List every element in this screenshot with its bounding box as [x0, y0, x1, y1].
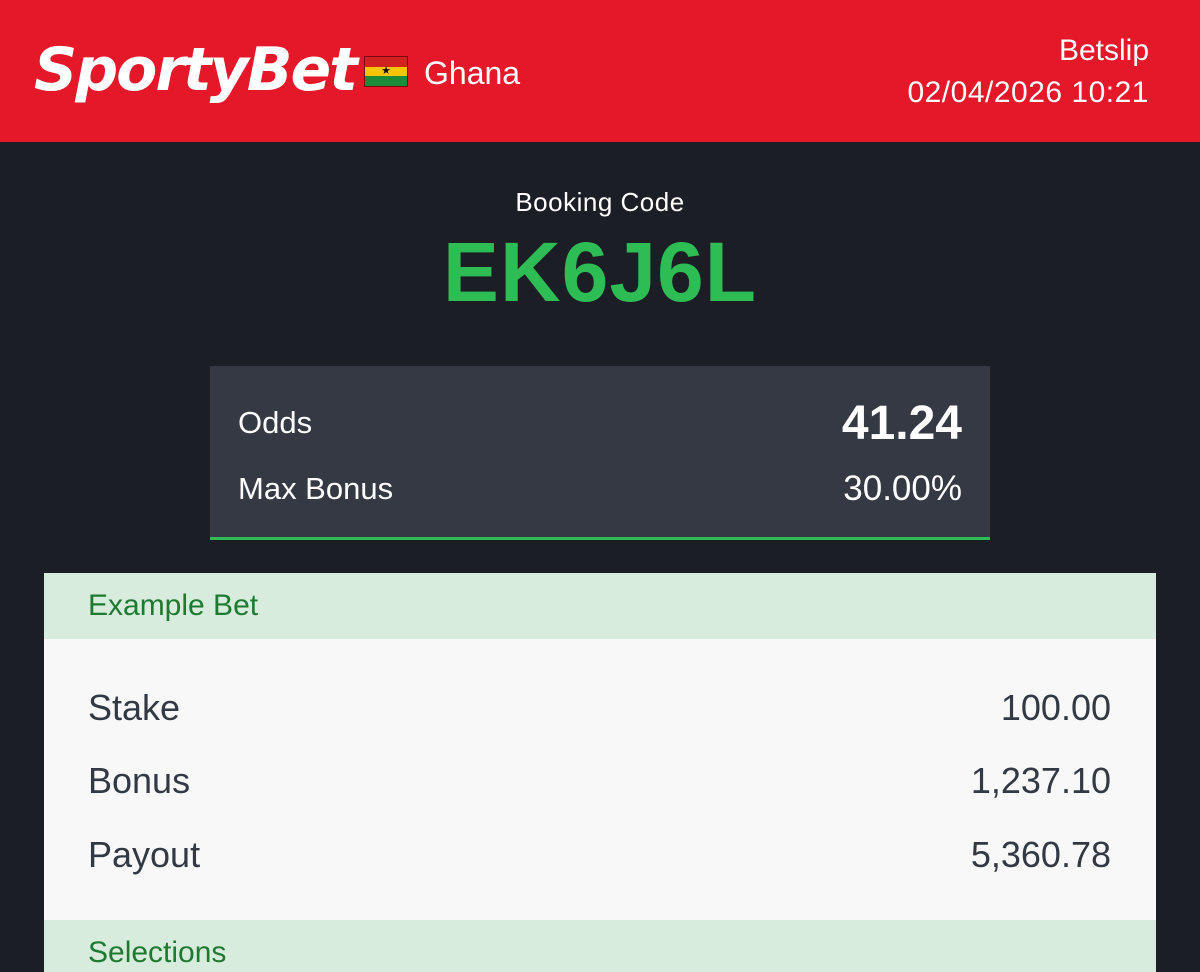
- payout-value: 5,360.78: [970, 834, 1111, 875]
- selections-title: Selections: [88, 936, 227, 969]
- odds-summary-box: Odds 41.24 Max Bonus 30.00%: [210, 366, 990, 540]
- stake-value: 100.00: [1000, 687, 1111, 728]
- example-bet-card: Example Bet Stake 100.00 Bonus 1,237.10 …: [44, 573, 1156, 972]
- example-bet-header: Example Bet: [44, 573, 1156, 639]
- header-bar: SportyBet ★ Ghana Betslip 02/04/2026 10:…: [0, 0, 1200, 142]
- ghana-flag-icon: ★: [364, 56, 408, 87]
- bonus-label: Bonus: [88, 760, 191, 801]
- booking-code-value[interactable]: EK6J6L: [0, 225, 1200, 319]
- country-label[interactable]: Ghana: [424, 54, 520, 92]
- selections-header[interactable]: Selections: [44, 920, 1156, 972]
- odds-label: Odds: [238, 405, 313, 440]
- max-bonus-value: 30.00%: [843, 469, 962, 508]
- odds-value: 41.24: [841, 397, 962, 450]
- payout-label: Payout: [88, 834, 201, 875]
- betslip-timestamp: 02/04/2026 10:21: [907, 76, 1149, 109]
- booking-code-label: Booking Code: [515, 187, 685, 217]
- bonus-value: 1,237.10: [970, 760, 1111, 801]
- max-bonus-label: Max Bonus: [238, 471, 394, 506]
- stake-label: Stake: [88, 687, 181, 728]
- example-bet-title: Example Bet: [88, 589, 259, 622]
- betslip-title: Betslip: [1058, 34, 1149, 67]
- sportybet-logo[interactable]: SportyBet: [34, 34, 358, 106]
